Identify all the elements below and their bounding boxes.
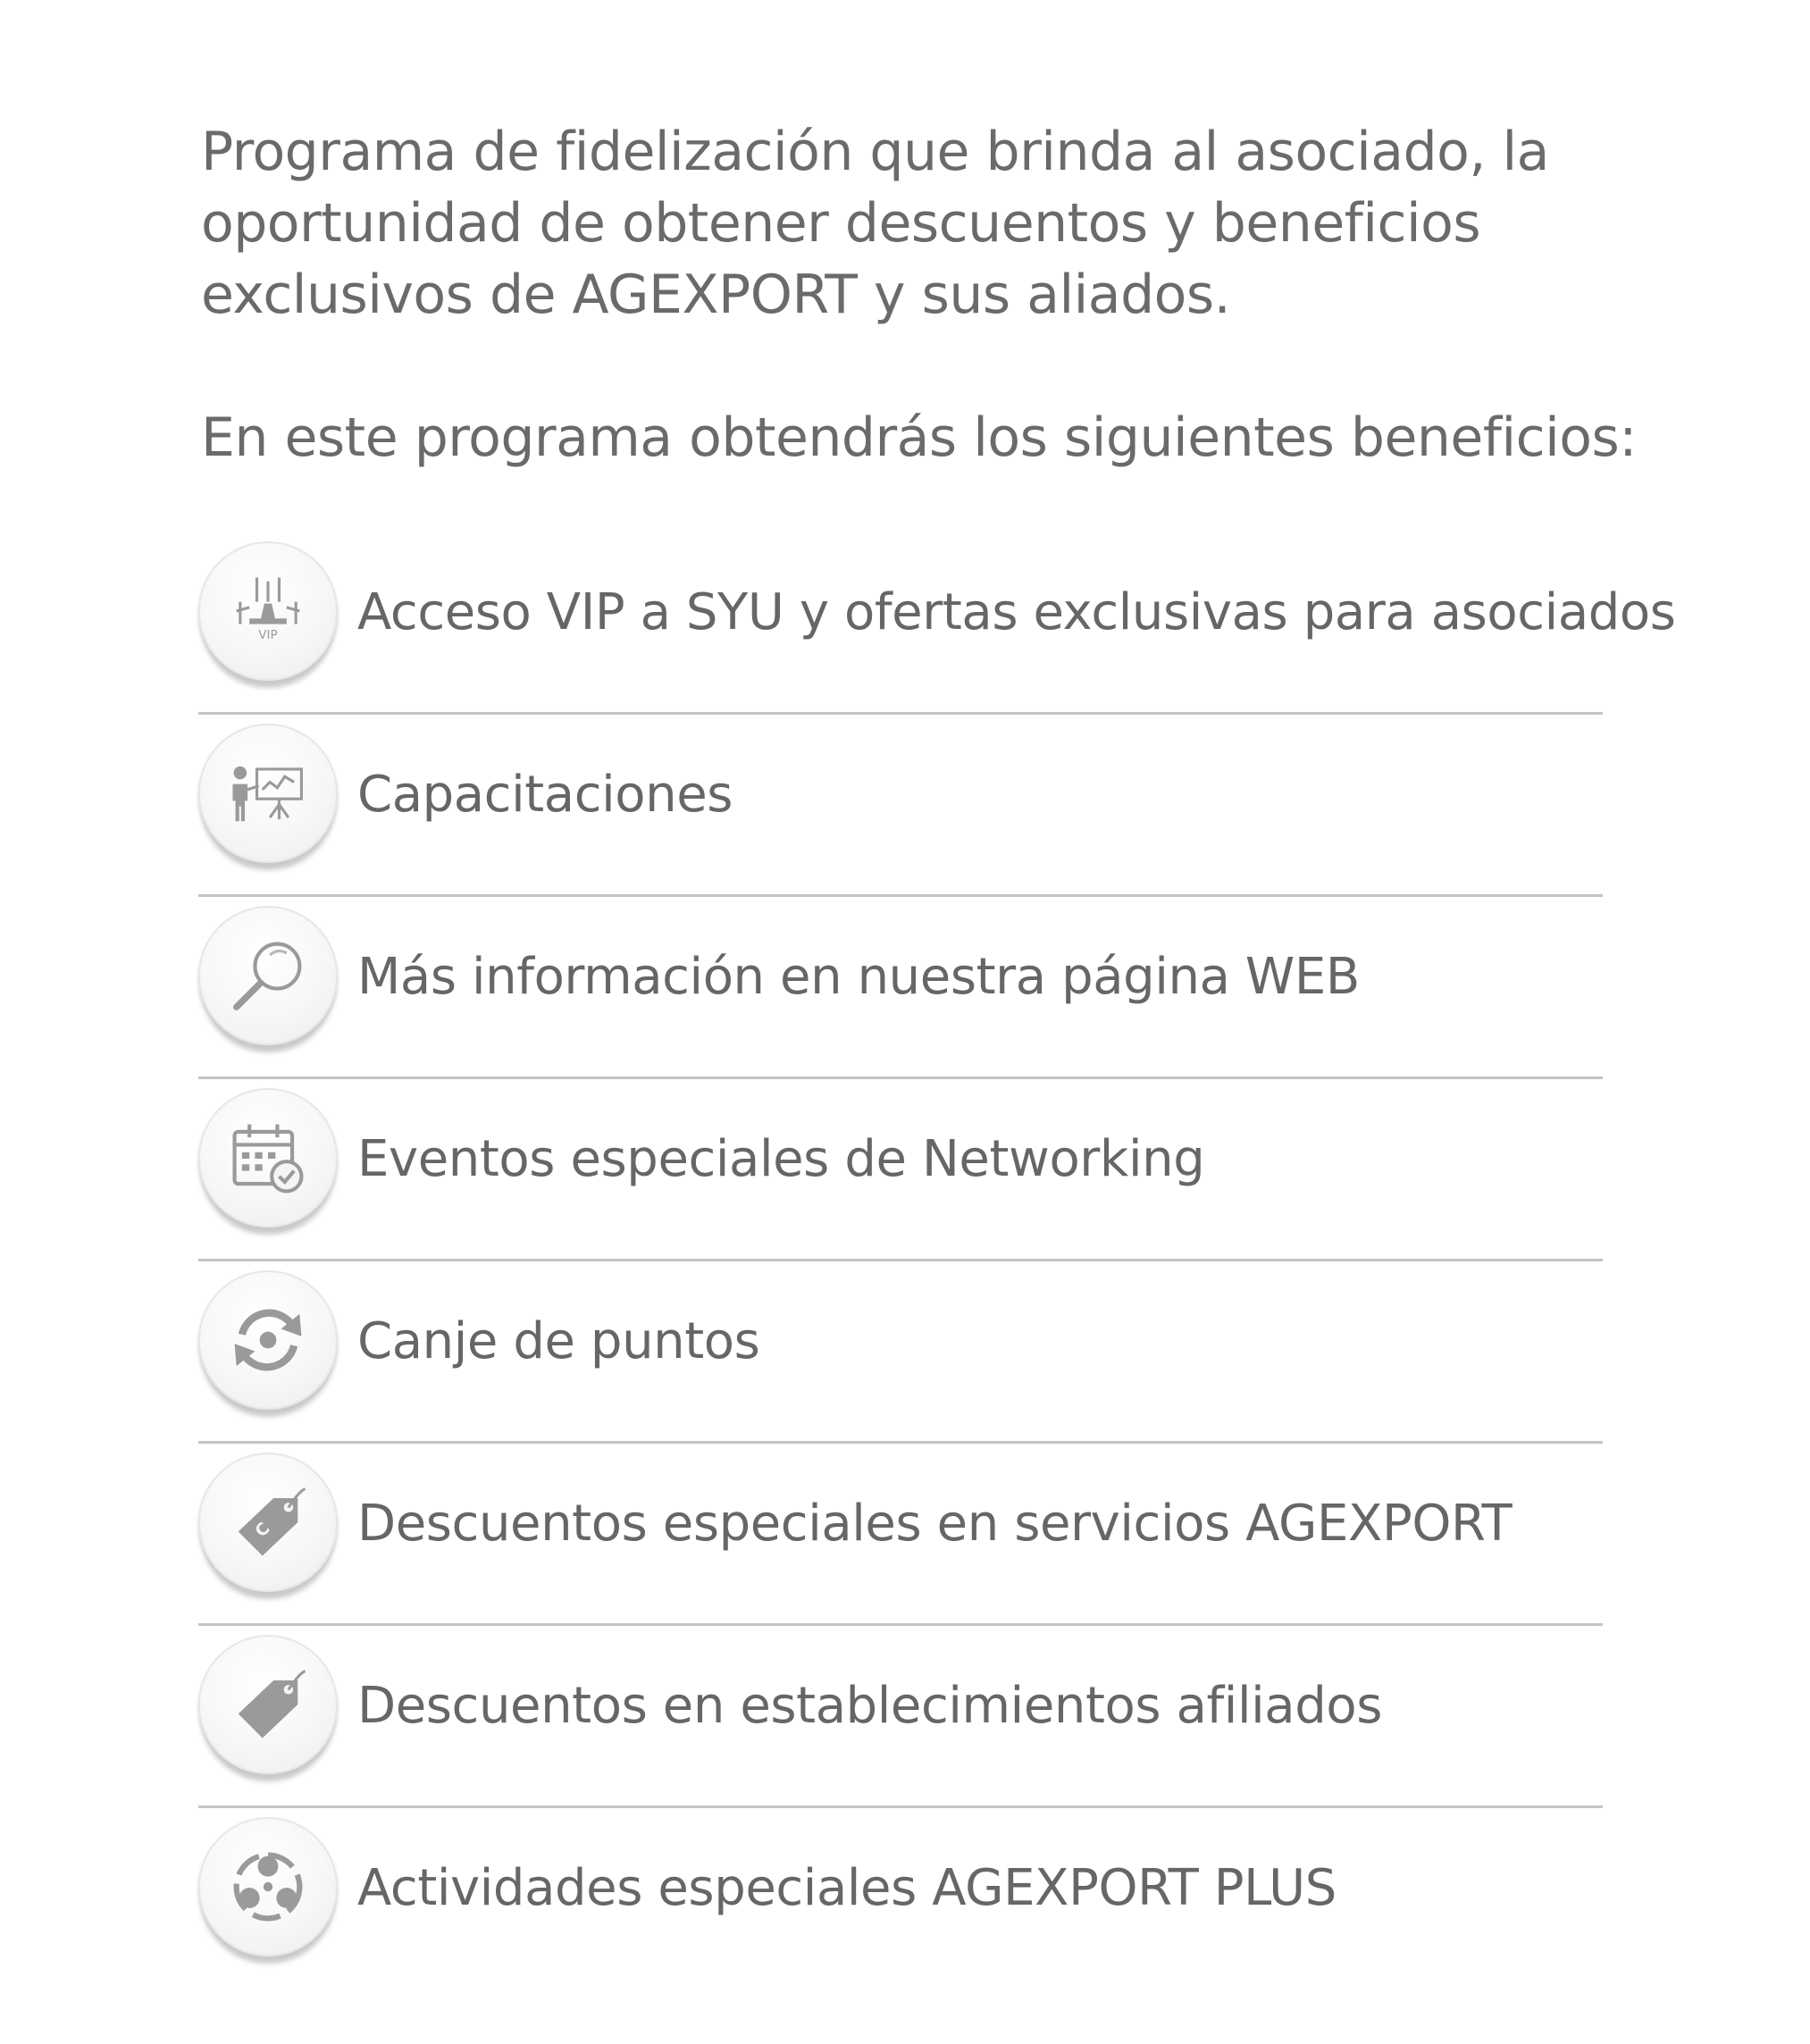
- benefit-label: Actividades especiales AGEXPORT PLUS: [357, 1859, 1337, 1917]
- community-icon: [198, 1817, 338, 1956]
- benefit-item-actividades[interactable]: Actividades especiales AGEXPORT PLUS: [198, 1808, 1603, 1990]
- benefit-label: Descuentos especiales en servicios AGEXP…: [357, 1495, 1513, 1553]
- benefit-label: Eventos especiales de Networking: [357, 1130, 1205, 1188]
- price-tag-icon: C: [198, 1453, 338, 1592]
- tag-icon: [198, 1635, 338, 1774]
- exchange-icon: [198, 1270, 338, 1410]
- intro-section: Programa de fidelización que brinda al a…: [201, 116, 1637, 473]
- benefit-item-capacitaciones[interactable]: Capacitaciones: [198, 715, 1603, 897]
- benefit-item-canje[interactable]: Canje de puntos: [198, 1261, 1603, 1444]
- benefit-label: Capacitaciones: [357, 766, 733, 824]
- magnifier-icon: [198, 906, 338, 1045]
- benefit-item-descuentos-servicios[interactable]: C Descuentos especiales en servicios AGE…: [198, 1444, 1603, 1626]
- benefit-item-vip[interactable]: VIP Acceso VIP a SYU y ofertas exclusiva…: [198, 532, 1676, 715]
- intro-paragraph: Programa de fidelización que brinda al a…: [201, 121, 1549, 326]
- benefit-label: Acceso VIP a SYU y ofertas exclusivas pa…: [357, 583, 1676, 641]
- benefit-label: Descuentos en establecimientos afiliados: [357, 1677, 1382, 1735]
- benefit-item-web[interactable]: Más información en nuestra página WEB: [198, 897, 1603, 1079]
- calendar-check-icon: [198, 1088, 338, 1227]
- vip-stage-icon: VIP: [198, 541, 338, 681]
- benefits-list: VIP Acceso VIP a SYU y ofertas exclusiva…: [198, 532, 1676, 1990]
- benefits-heading: En este programa obtendrás los siguiente…: [201, 406, 1637, 469]
- presentation-icon: [198, 724, 338, 863]
- benefit-label: Canje de puntos: [357, 1312, 760, 1370]
- vip-icon-text: VIP: [258, 628, 277, 642]
- benefit-item-descuentos-establecimientos[interactable]: Descuentos en establecimientos afiliados: [198, 1626, 1603, 1808]
- benefit-label: Más información en nuestra página WEB: [357, 948, 1360, 1006]
- benefit-item-networking[interactable]: Eventos especiales de Networking: [198, 1079, 1603, 1261]
